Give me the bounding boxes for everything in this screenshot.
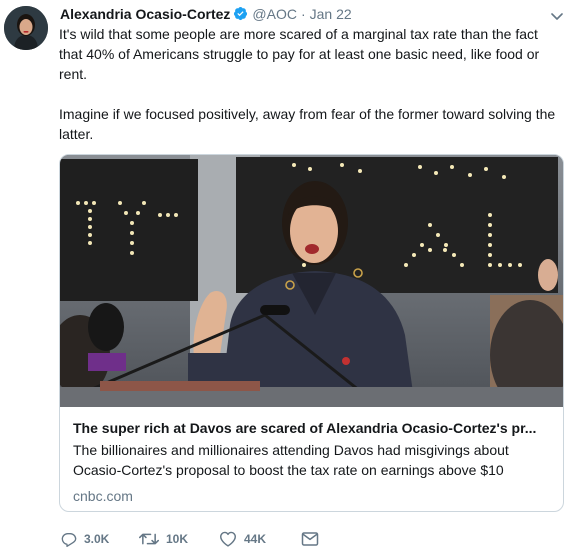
retweet-count: 10K [166, 532, 189, 546]
card-text[interactable]: The super rich at Davos are scared of Al… [73, 419, 551, 505]
tweet-paragraph: It's wild that some people are more scar… [59, 26, 540, 82]
direct-message-button[interactable] [301, 528, 319, 550]
author-name[interactable]: Alexandria Ocasio-Cortez [60, 6, 230, 22]
verified-badge-icon [233, 6, 248, 25]
avatar[interactable] [4, 6, 48, 50]
link-card[interactable]: The super rich at Davos are scared of Al… [59, 154, 564, 512]
like-icon [219, 531, 237, 547]
tweet-date[interactable]: Jan 22 [310, 6, 352, 22]
retweet-icon [139, 531, 159, 547]
tweet[interactable]: Alexandria Ocasio-Cortez @AOC · Jan 22 It's… [0, 0, 575, 555]
tweet-header: Alexandria Ocasio-Cortez @AOC · Jan 22 [60, 5, 555, 23]
reply-button[interactable]: 3.0K [61, 528, 109, 550]
like-button[interactable]: 44K [219, 528, 266, 550]
card-title[interactable]: The super rich at Davos are scared of Al… [73, 419, 551, 437]
like-count: 44K [244, 532, 267, 546]
card-image[interactable] [60, 155, 563, 407]
reply-icon [61, 531, 77, 547]
retweet-button[interactable]: 10K [139, 528, 188, 550]
card-domain: cnbc.com [73, 488, 133, 504]
reply-count: 3.0K [84, 532, 110, 546]
separator-dot: · [300, 6, 306, 22]
direct-message-icon [301, 531, 319, 547]
author-handle[interactable]: @AOC [252, 6, 297, 22]
tweet-paragraph: Imagine if we focused positively, away f… [59, 106, 556, 142]
tweet-text: It's wild that some people are more scar… [59, 24, 565, 144]
card-description: The billionaires and millionaires attend… [73, 442, 509, 478]
